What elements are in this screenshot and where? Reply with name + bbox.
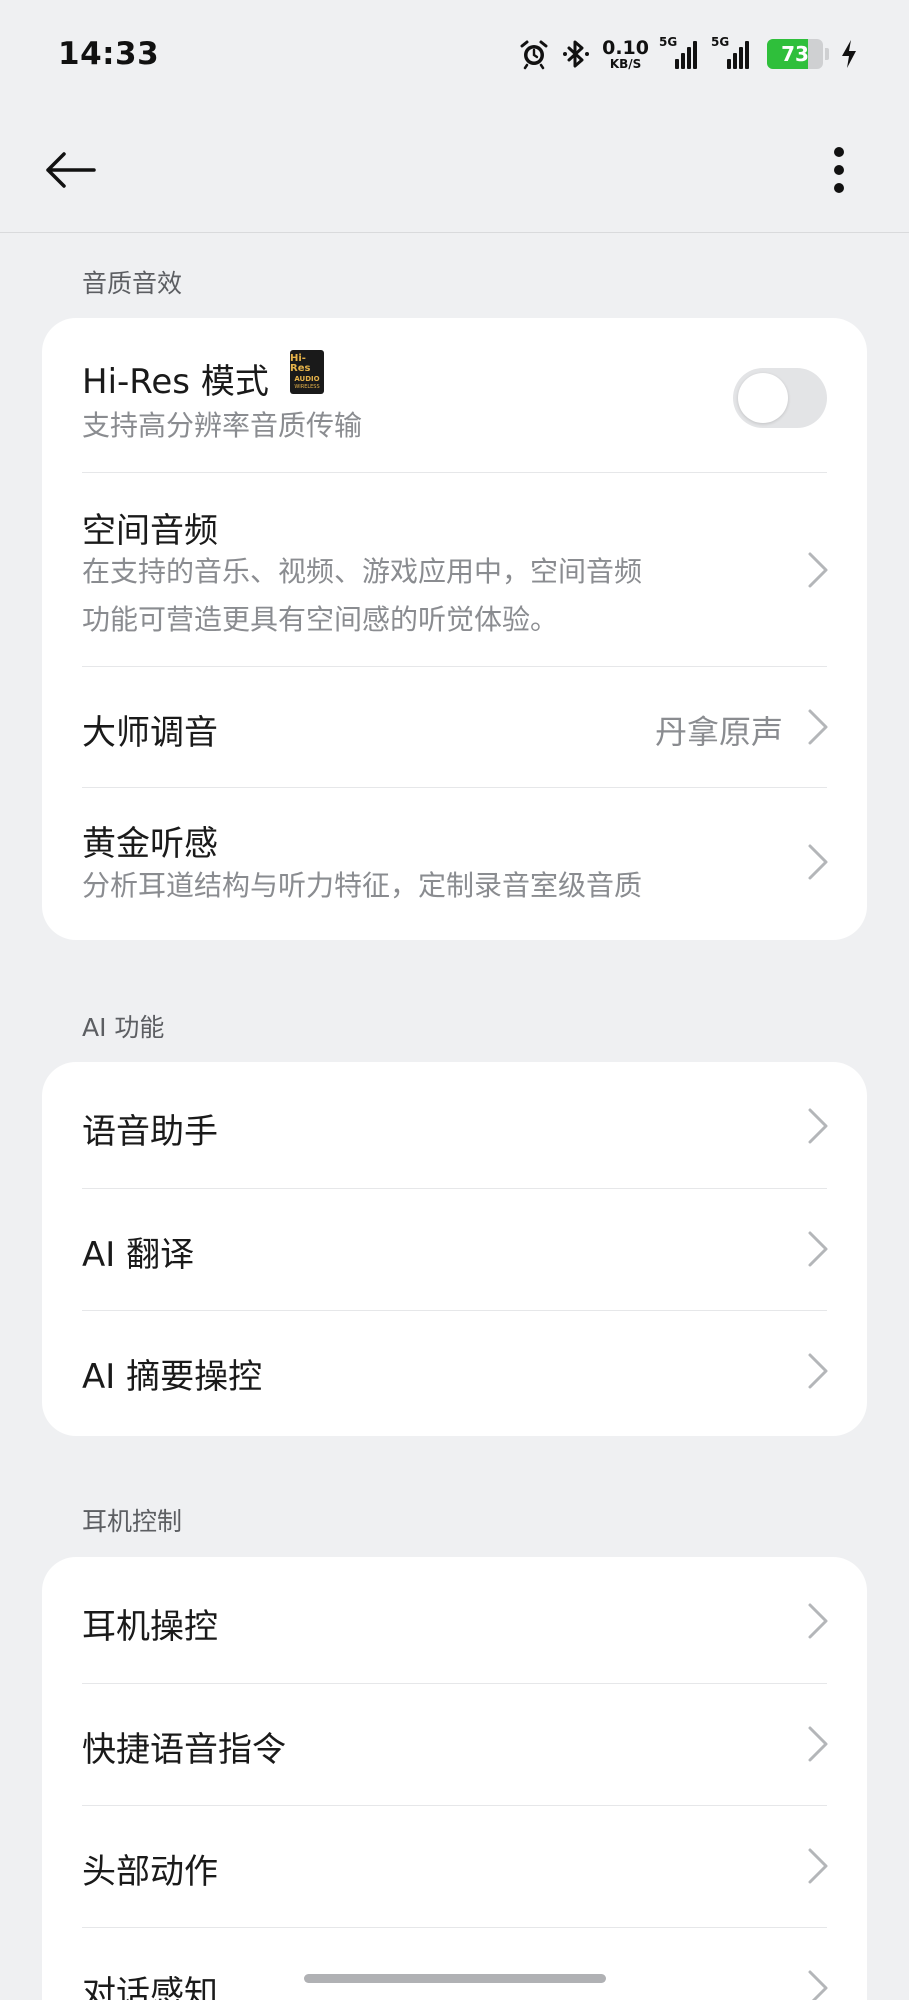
- arrow-left-icon: [46, 152, 96, 188]
- spatial-audio-subtitle-1: 在支持的音乐、视频、游戏应用中，空间音频: [82, 555, 643, 588]
- card-earphone: 耳机操控 快捷语音指令 头部动作 对话感知: [42, 1557, 867, 2000]
- back-button[interactable]: [40, 140, 100, 200]
- hires-logo-icon: Hi-Res AUDIO WIRELESS: [290, 350, 324, 394]
- list-item-master-tuning[interactable]: 大师调音 丹拿原声: [42, 667, 867, 787]
- chevron-right-icon: [808, 1848, 828, 1884]
- more-vertical-icon: [834, 147, 844, 193]
- chevron-right-icon: [808, 1231, 828, 1267]
- list-item-earphone-control[interactable]: 耳机操控: [42, 1557, 867, 1683]
- list-item-voice-assistant[interactable]: 语音助手: [42, 1062, 867, 1188]
- list-item-golden-hearing[interactable]: 黄金听感 分析耳道结构与听力特征，定制录音室级音质: [42, 788, 867, 940]
- list-item-head-motion[interactable]: 头部动作: [42, 1806, 867, 1927]
- battery-level: 73: [781, 42, 809, 66]
- chevron-right-icon: [808, 1353, 828, 1389]
- status-bar: 14:33 0.10 KB/S 5G 5G 73: [0, 0, 909, 108]
- quick-voice-command-title: 快捷语音指令: [82, 1730, 286, 1770]
- golden-hearing-title: 黄金听感: [82, 824, 218, 864]
- voice-assistant-title: 语音助手: [82, 1112, 218, 1152]
- section-title-audio: 音质音效: [82, 269, 183, 298]
- list-item-spatial-audio[interactable]: 空间音频 在支持的音乐、视频、游戏应用中，空间音频 功能可营造更具有空间感的听觉…: [42, 473, 867, 666]
- list-item-quick-voice-command[interactable]: 快捷语音指令: [42, 1684, 867, 1805]
- spatial-audio-subtitle-2: 功能可营造更具有空间感的听觉体验。: [82, 603, 559, 636]
- section-title-ai: AI 功能: [82, 1013, 165, 1042]
- card-audio: Hi-Res 模式 Hi-Res AUDIO WIRELESS 支持高分辨率音质…: [42, 318, 867, 940]
- golden-hearing-subtitle: 分析耳道结构与听力特征，定制录音室级音质: [82, 869, 643, 902]
- bluetooth-icon: [560, 38, 592, 70]
- conversation-awareness-title: 对话感知: [82, 1974, 218, 2000]
- list-item-ai-summary[interactable]: AI 摘要操控: [42, 1311, 867, 1436]
- card-ai: 语音助手 AI 翻译 AI 摘要操控: [42, 1062, 867, 1436]
- chevron-right-icon: [808, 844, 828, 880]
- hires-toggle[interactable]: [733, 368, 827, 428]
- spatial-audio-title: 空间音频: [82, 511, 218, 551]
- home-indicator[interactable]: [304, 1974, 606, 1983]
- hires-subtitle: 支持高分辨率音质传输: [82, 409, 363, 442]
- net-speed-value: 0.10: [602, 36, 649, 59]
- list-item-conversation-awareness[interactable]: 对话感知: [42, 1928, 867, 2000]
- chevron-right-icon: [808, 1108, 828, 1144]
- app-bar: [0, 108, 909, 233]
- chevron-right-icon: [808, 1603, 828, 1639]
- status-icons: 0.10 KB/S 5G 5G 73: [518, 35, 859, 71]
- section-title-earphone: 耳机控制: [82, 1507, 183, 1536]
- sim1-tag: 5G: [659, 35, 678, 49]
- master-tuning-value: 丹拿原声: [654, 713, 783, 751]
- sim2-tag: 5G: [711, 35, 730, 49]
- toggle-knob: [738, 373, 788, 423]
- list-item-ai-translate[interactable]: AI 翻译: [42, 1189, 867, 1310]
- net-speed: 0.10 KB/S: [602, 36, 649, 71]
- head-motion-title: 头部动作: [82, 1852, 218, 1892]
- signal-icon: 5G: [659, 35, 697, 69]
- ai-summary-title: AI 摘要操控: [82, 1357, 263, 1397]
- alarm-icon: [518, 38, 550, 70]
- hires-title: Hi-Res 模式: [82, 362, 269, 402]
- earphone-control-title: 耳机操控: [82, 1607, 218, 1647]
- battery-icon: 73: [767, 39, 823, 69]
- chevron-right-icon: [808, 709, 828, 745]
- signal-icon: 5G: [711, 35, 749, 69]
- net-speed-unit: KB/S: [609, 56, 642, 71]
- chevron-right-icon: [808, 552, 828, 588]
- status-time: 14:33: [58, 36, 160, 72]
- list-item-hires: Hi-Res 模式 Hi-Res AUDIO WIRELESS 支持高分辨率音质…: [42, 318, 867, 472]
- ai-translate-title: AI 翻译: [82, 1235, 195, 1275]
- chevron-right-icon: [808, 1726, 828, 1762]
- charging-icon: [839, 38, 859, 70]
- more-menu-button[interactable]: [809, 140, 869, 200]
- chevron-right-icon: [808, 1970, 828, 2000]
- master-tuning-title: 大师调音: [82, 713, 218, 753]
